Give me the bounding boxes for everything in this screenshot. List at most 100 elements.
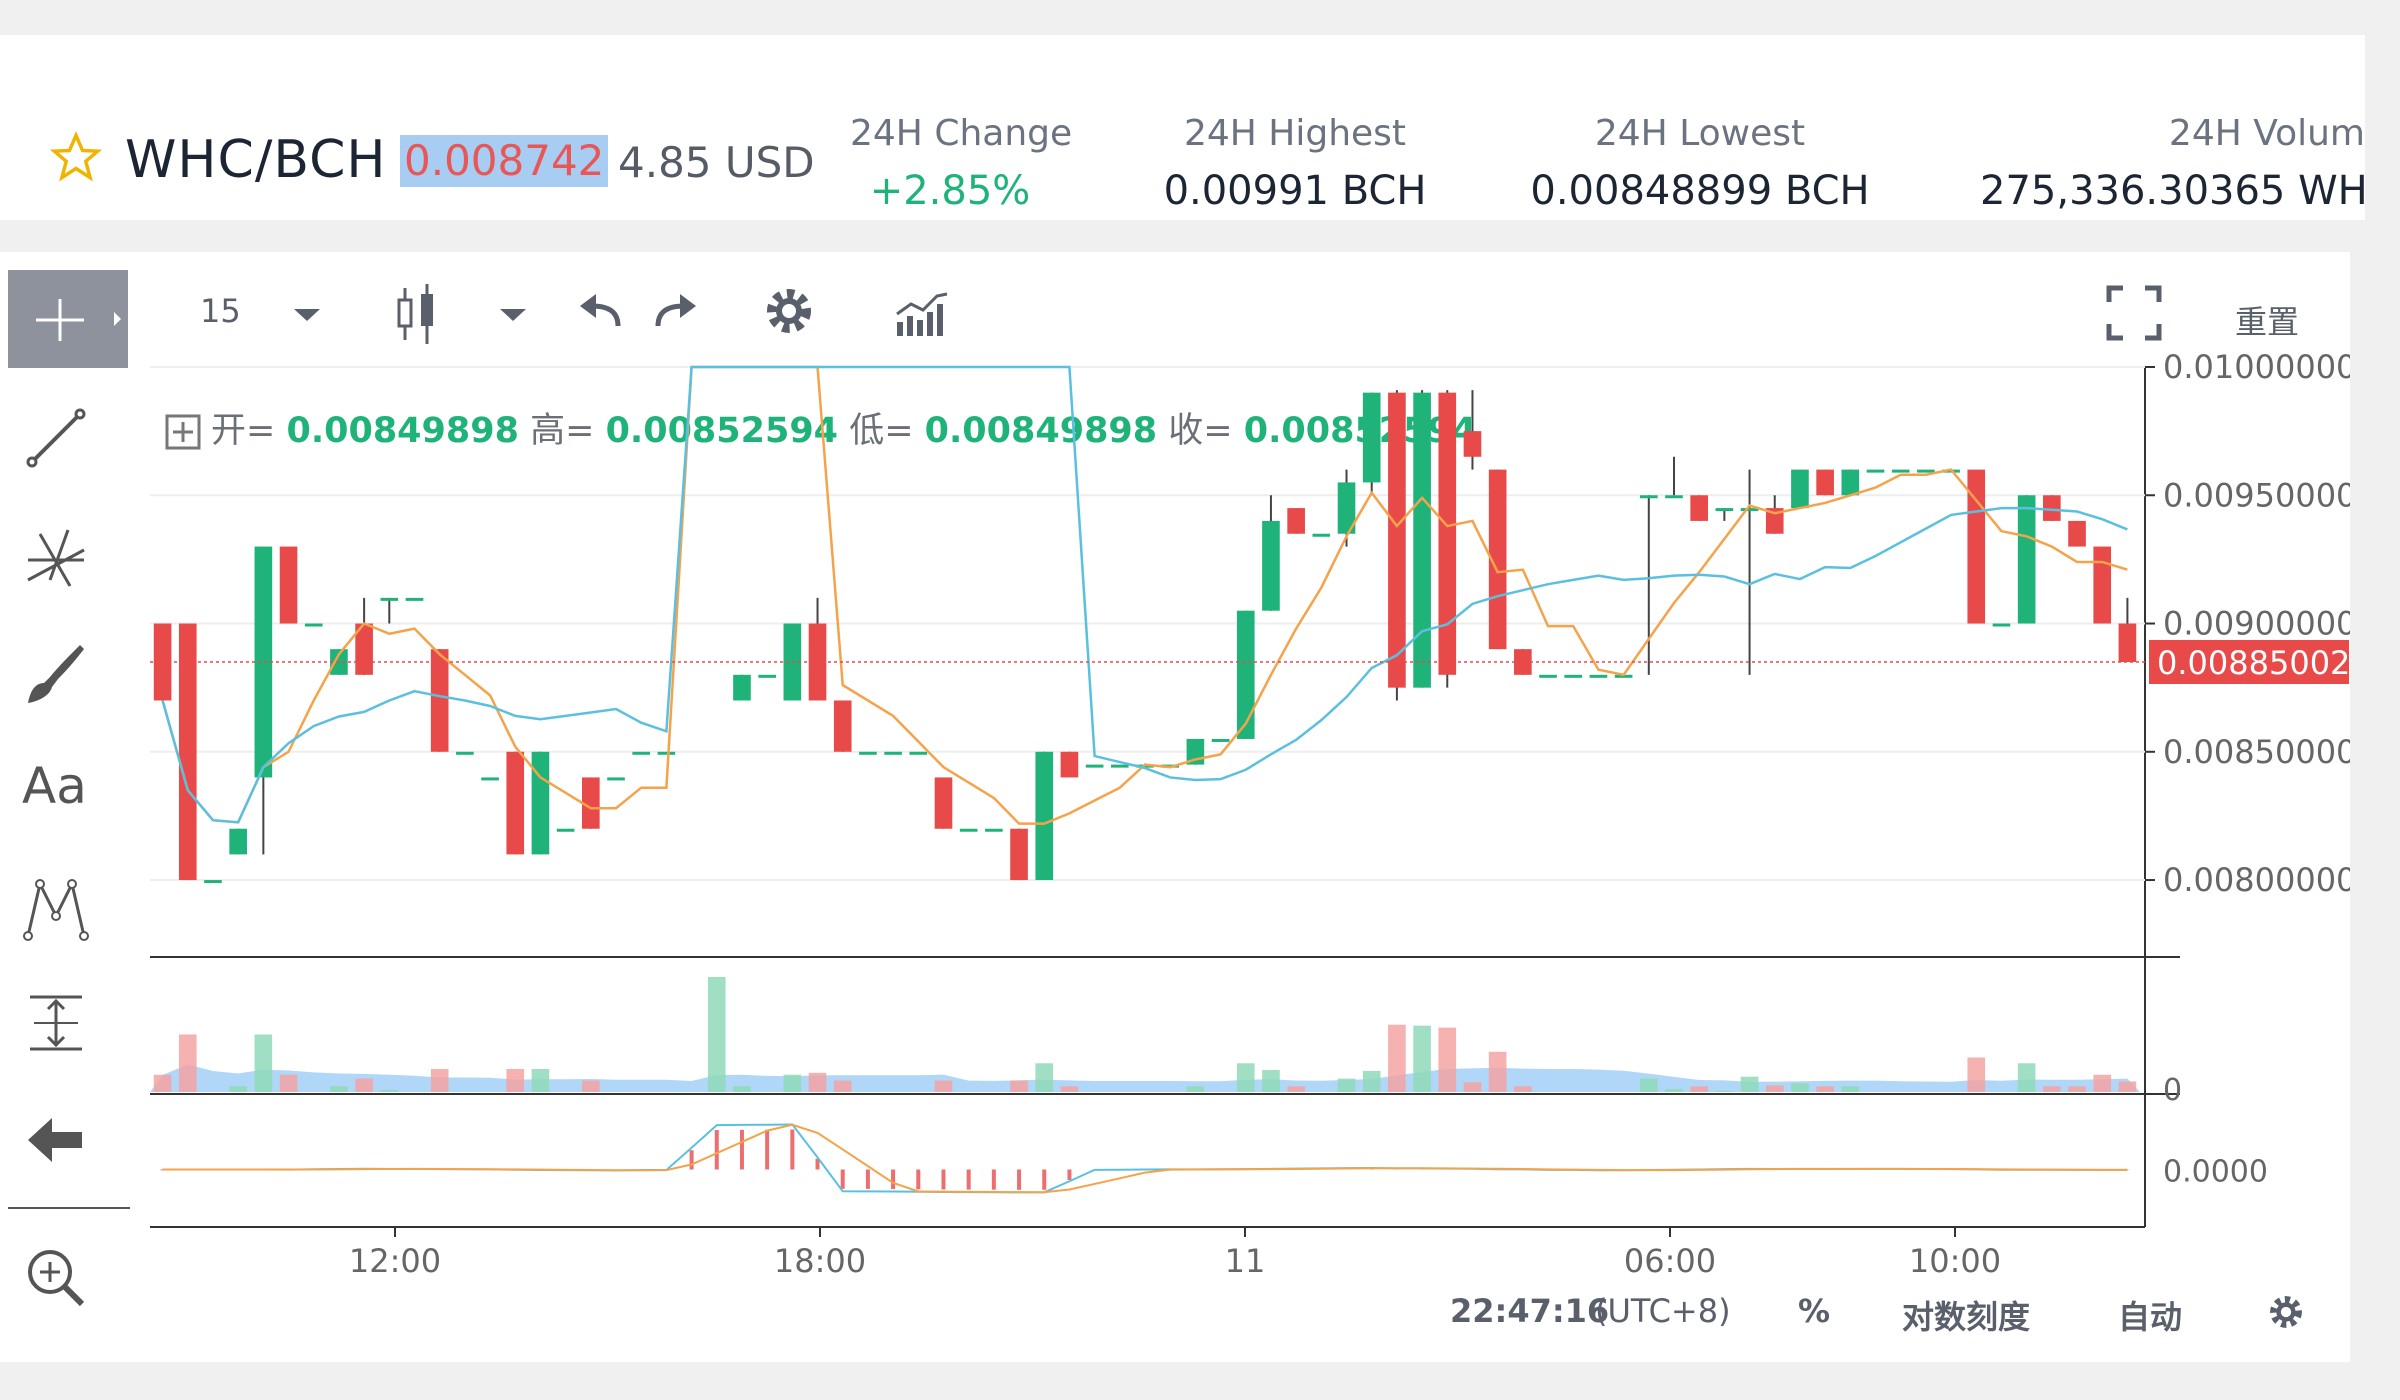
macd-bar	[1420, 1168, 1425, 1170]
price-tick-label: 0.00800000	[2163, 861, 2350, 899]
macd-bar	[1394, 1168, 1399, 1170]
indicators-icon[interactable]	[893, 290, 951, 338]
candle-up	[733, 674, 751, 701]
macd-bar	[1873, 1168, 1878, 1170]
log-scale-toggle[interactable]: 对数刻度	[1902, 1292, 2030, 1338]
macd-bar	[1596, 1169, 1601, 1171]
candle-type-icon[interactable]	[395, 282, 439, 346]
chart-settings-icon[interactable]	[2266, 1292, 2306, 1332]
time-tick-label: 06:00	[1624, 1242, 1716, 1280]
volume-bar	[229, 1086, 247, 1092]
fib-icon[interactable]	[20, 520, 92, 592]
candle-up	[1589, 674, 1608, 678]
volume-bar	[934, 1080, 953, 1092]
macd-signal-line	[162, 1123, 2128, 1194]
volume-bar	[1841, 1086, 1860, 1092]
macd-bar	[815, 1158, 820, 1170]
fullscreen-icon[interactable]	[2105, 284, 2163, 342]
candle-up	[1035, 751, 1054, 881]
close-value: 0.00852594	[1243, 411, 1477, 451]
undo-icon[interactable]	[578, 292, 624, 332]
clock-timezone[interactable]: (UTC+8)	[1595, 1292, 1731, 1330]
pattern-icon[interactable]	[20, 872, 92, 944]
interval-select[interactable]: 15	[200, 292, 241, 330]
candle-up	[1085, 764, 1104, 768]
crosshair-tool[interactable]	[8, 270, 128, 368]
reset-button[interactable]: 重置	[2235, 297, 2299, 343]
macd-bar	[891, 1169, 896, 1190]
volume-bar	[279, 1074, 298, 1092]
trend-line-icon[interactable]	[20, 402, 92, 474]
candle-down	[430, 649, 449, 752]
volume-bar	[178, 1034, 197, 1092]
text-tool-label[interactable]: Aa	[22, 757, 87, 815]
volume-bar	[1740, 1076, 1759, 1092]
back-arrow-icon[interactable]	[20, 1104, 92, 1176]
volume-bar	[2093, 1074, 2112, 1092]
macd-line	[162, 1123, 2128, 1194]
macd-bar	[1621, 1169, 1626, 1171]
macd-bar	[991, 1169, 996, 1190]
candle-down	[2093, 546, 2112, 624]
chevron-down-icon[interactable]	[498, 307, 528, 323]
redo-icon[interactable]	[652, 292, 698, 332]
stat-label: 24H Change	[850, 113, 1073, 154]
volume-bar	[1035, 1063, 1054, 1092]
macd-bar	[840, 1169, 845, 1189]
volume-bar	[1186, 1086, 1205, 1092]
price-tick-label: 0.00850000	[2163, 733, 2350, 771]
candle-up	[1917, 469, 1935, 473]
volume-bar	[1665, 1089, 1683, 1092]
macd-bar	[1017, 1169, 1022, 1190]
volume-bar	[2043, 1086, 2061, 1092]
candle-up	[1236, 610, 1255, 739]
auto-scale-toggle[interactable]: 自动	[2118, 1292, 2182, 1338]
clock-time: 22:47:16	[1450, 1292, 1610, 1330]
candle-down	[2043, 495, 2061, 521]
candle-up	[884, 751, 902, 755]
candle-up	[657, 751, 676, 755]
volume-tick-label: 0	[2163, 1073, 2182, 1108]
macd-bar	[966, 1169, 971, 1190]
time-tick-label: 18:00	[774, 1242, 866, 1280]
candle-up	[1891, 469, 1910, 473]
candle-down	[2068, 520, 2086, 547]
macd-bar	[1067, 1169, 1072, 1180]
stat-value: 0.00991 BCH	[1163, 168, 1427, 214]
candle-down	[506, 751, 525, 855]
macd-bar	[614, 1169, 619, 1171]
macd-bar	[1042, 1169, 1047, 1190]
measure-icon[interactable]	[20, 987, 92, 1059]
star-icon[interactable]	[50, 131, 102, 183]
chevron-down-icon[interactable]	[292, 307, 322, 323]
candle-up	[556, 828, 575, 832]
stat-value: 0.00848899 BCH	[1530, 168, 1870, 214]
macd-bar	[1294, 1168, 1299, 1170]
brush-icon[interactable]	[20, 637, 92, 709]
candle-up	[758, 674, 776, 678]
candle-up	[380, 597, 399, 601]
candle-up	[1992, 623, 2011, 627]
candle-down	[355, 623, 373, 675]
zoom-in-icon[interactable]	[20, 1242, 92, 1314]
volume-bar	[1690, 1086, 1708, 1092]
macd-bar	[1470, 1168, 1475, 1170]
percent-toggle[interactable]: %	[1798, 1292, 1830, 1330]
candle-up	[2017, 495, 2036, 624]
candle-up	[254, 546, 273, 778]
last-price: 0.008742	[400, 135, 609, 187]
macd-bar	[160, 1169, 165, 1171]
volume-bar	[1337, 1078, 1356, 1092]
volume-bar	[1791, 1083, 1809, 1092]
volume-bar	[1514, 1086, 1532, 1092]
gear-icon[interactable]	[762, 284, 816, 338]
volume-bar	[330, 1086, 348, 1092]
stat-24h-high: 24H Highest 0.00991 BCH	[1160, 113, 1430, 214]
candle-up	[632, 751, 651, 755]
close-label: 收=	[1168, 411, 1233, 451]
candle-up	[1262, 520, 1280, 611]
candle-down	[1010, 828, 1028, 881]
macd-tick-label: 0.0000	[2163, 1155, 2268, 1190]
macd-bar	[916, 1169, 921, 1190]
collapse-legend-icon[interactable]	[165, 414, 201, 450]
